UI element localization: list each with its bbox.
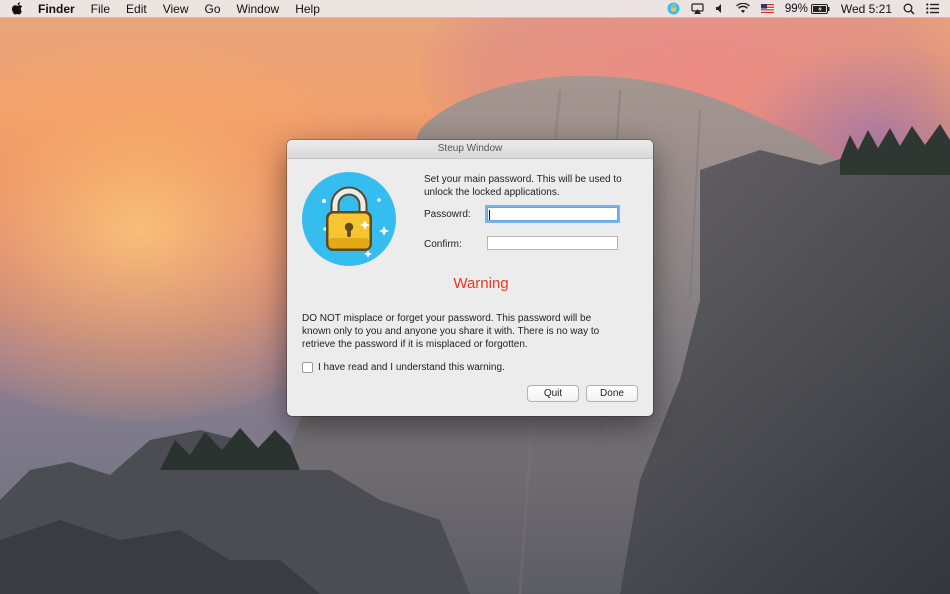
wifi-icon[interactable] xyxy=(735,3,750,14)
intro-text: Set your main password. This will be use… xyxy=(424,174,622,198)
us-flag-icon[interactable] xyxy=(760,4,774,13)
menu-edit[interactable]: Edit xyxy=(126,2,147,16)
notification-center-icon[interactable] xyxy=(926,3,939,14)
menu-view[interactable]: View xyxy=(163,2,189,16)
warning-text: DO NOT misplace or forget your password.… xyxy=(302,313,600,350)
apple-logo-icon[interactable] xyxy=(12,2,26,15)
battery-icon[interactable] xyxy=(810,3,830,14)
text-caret xyxy=(489,210,490,220)
setup-window: Steup Window Set your main password. Thi… xyxy=(287,140,653,416)
acknowledge-label[interactable]: I have read and I understand this warnin… xyxy=(318,362,505,373)
menu-file[interactable]: File xyxy=(91,2,110,16)
menu-window[interactable]: Window xyxy=(237,2,280,16)
password-field[interactable] xyxy=(487,207,618,221)
volume-icon[interactable] xyxy=(715,3,725,14)
acknowledge-row[interactable]: I have read and I understand this warnin… xyxy=(302,362,505,373)
password-label: Passowrd: xyxy=(424,209,471,220)
airplay-icon[interactable] xyxy=(691,2,704,15)
menu-bar: Finder File Edit View Go Window Help 99%… xyxy=(0,0,950,18)
status-area: 99% Wed 5:21 xyxy=(667,0,950,17)
menu-go[interactable]: Go xyxy=(205,2,221,16)
quit-button[interactable]: Quit xyxy=(527,385,579,402)
menu-help[interactable]: Help xyxy=(295,2,320,16)
done-button[interactable]: Done xyxy=(586,385,638,402)
confirm-label: Confirm: xyxy=(424,239,462,250)
clock[interactable]: Wed 5:21 xyxy=(841,2,892,16)
app-status-icon[interactable] xyxy=(667,2,680,15)
acknowledge-checkbox[interactable] xyxy=(302,362,313,373)
confirm-password-field[interactable] xyxy=(487,236,618,250)
battery-percent[interactable]: 99% xyxy=(785,3,808,15)
lock-icon xyxy=(302,172,396,266)
spotlight-search-icon[interactable] xyxy=(903,3,915,15)
menu-app-name[interactable]: Finder xyxy=(38,2,75,16)
window-title[interactable]: Steup Window xyxy=(287,140,653,159)
warning-title: Warning xyxy=(453,275,509,292)
